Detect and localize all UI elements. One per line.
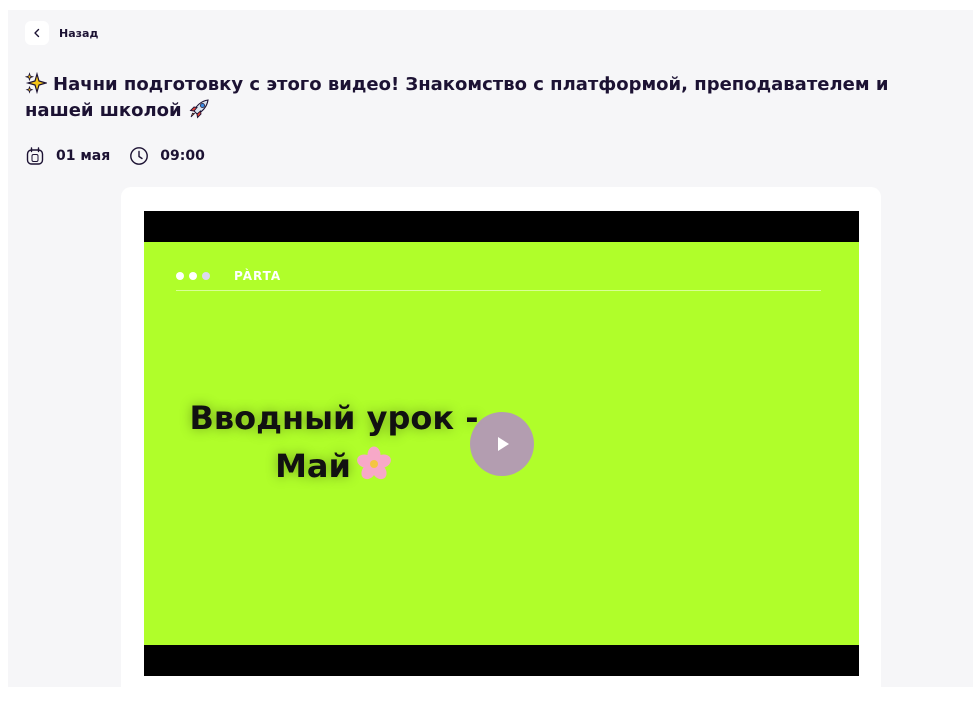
lesson-date: 01 мая: [25, 146, 110, 166]
brand-dot: [176, 272, 184, 280]
clock-icon: [130, 147, 149, 165]
video-overlay-line1: Вводный урок -: [189, 399, 479, 437]
page-title: Начни подготовку с этого видео! Знакомст…: [25, 72, 945, 124]
lesson-date-text: 01 мая: [56, 148, 111, 164]
lesson-page: Назад Начни подготовку с этого видео! Зн…: [8, 10, 973, 707]
video-thumbnail: PÀRTA Вводный урок - Май: [144, 242, 859, 645]
page-title-text: Начни подготовку с этого видео! Знакомст…: [25, 74, 889, 121]
video-player[interactable]: PÀRTA Вводный урок - Май: [144, 211, 859, 676]
rocket-icon: [189, 99, 209, 119]
lesson-time: 09:00: [129, 146, 205, 166]
chevron-left-icon: [34, 28, 40, 38]
brand-dot: [189, 272, 197, 280]
cherry-blossom-icon: [357, 446, 391, 480]
brand-name: PÀRTA: [234, 269, 282, 283]
brand-dot: [202, 272, 210, 280]
lesson-meta: 01 мая 09:00: [25, 146, 205, 166]
video-overlay-line2: Май: [275, 447, 351, 485]
video-card: PÀRTA Вводный урок - Май: [121, 187, 881, 707]
brand-divider: [176, 290, 821, 291]
play-button[interactable]: [470, 412, 534, 476]
back-label[interactable]: Назад: [59, 27, 98, 40]
back-button[interactable]: [25, 21, 49, 45]
lesson-time-text: 09:00: [160, 148, 205, 164]
calendar-icon: [26, 147, 44, 165]
brand-logo: PÀRTA: [176, 269, 281, 283]
play-icon: [498, 437, 509, 451]
sparkles-icon: [25, 72, 47, 94]
video-overlay-title: Вводный урок - Май: [184, 394, 484, 490]
video-overlay-line2-wrap: Май: [184, 442, 484, 490]
back-link[interactable]: Назад: [25, 20, 98, 46]
